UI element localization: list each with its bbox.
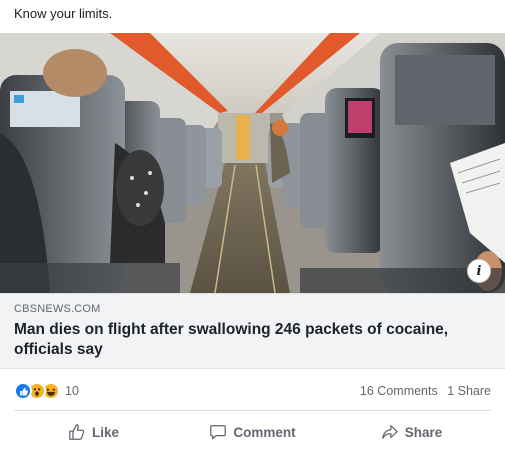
- share-arrow-icon: [381, 425, 398, 439]
- link-preview-image[interactable]: i: [0, 33, 505, 293]
- like-button[interactable]: Like: [14, 417, 173, 447]
- reactions-summary[interactable]: 10: [14, 382, 79, 400]
- comment-share-stats: 16 Comments 1 Share: [354, 384, 491, 398]
- link-headline[interactable]: Man dies on flight after swallowing 246 …: [14, 320, 491, 360]
- comments-count-link[interactable]: 16 Comments: [360, 384, 438, 398]
- comment-label: Comment: [233, 424, 296, 440]
- share-button[interactable]: Share: [332, 417, 491, 447]
- engagement-bar: 10 16 Comments 1 Share: [14, 380, 491, 402]
- actions-divider: [14, 410, 491, 411]
- info-icon[interactable]: i: [467, 259, 491, 283]
- thumbs-up-icon: [69, 424, 85, 440]
- comment-button[interactable]: Comment: [173, 417, 332, 447]
- airplane-cabin-photo: [0, 33, 505, 293]
- link-preview-card[interactable]: CBSNEWS.COM Man dies on flight after swa…: [0, 293, 505, 369]
- shares-count-link[interactable]: 1 Share: [447, 384, 491, 398]
- like-label: Like: [91, 424, 119, 440]
- post-caption: Know your limits.: [14, 6, 113, 21]
- comment-icon: [210, 425, 227, 440]
- post-actions: Like Comment Share: [14, 417, 491, 447]
- reaction-count: 10: [65, 384, 79, 398]
- like-reaction-icon: [14, 382, 32, 400]
- share-label: Share: [404, 424, 443, 440]
- link-domain: CBSNEWS.COM: [14, 303, 101, 315]
